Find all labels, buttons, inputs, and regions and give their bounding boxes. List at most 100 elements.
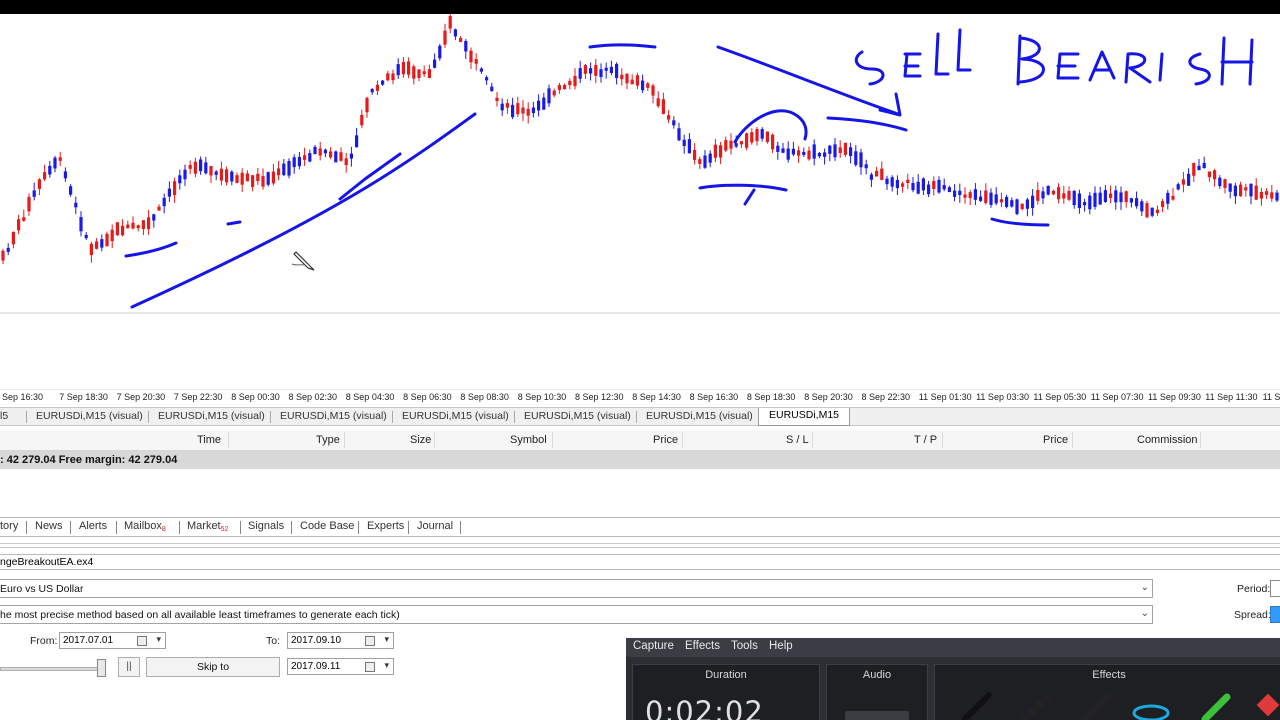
tab-code-base[interactable]: Code Base: [300, 520, 354, 532]
period-select[interactable]: [1270, 580, 1280, 597]
calendar-icon[interactable]: [365, 662, 375, 672]
chevron-down-icon[interactable]: ▾: [156, 634, 161, 645]
spread-input[interactable]: [1270, 606, 1280, 623]
price-chart[interactable]: [0, 14, 1280, 389]
pause-button[interactable]: ||: [118, 657, 140, 677]
chart-tab[interactable]: EURUSDi,M15 (visual): [524, 410, 631, 422]
candle-body: [396, 64, 400, 76]
highlighter-tool-icon[interactable]: [1201, 693, 1231, 720]
model-value: he most precise method based on all avai…: [0, 609, 400, 621]
tab-label: Market: [187, 520, 221, 532]
tab-mailbox[interactable]: Mailbox8: [124, 520, 166, 533]
candle-body: [355, 135, 359, 148]
candle-body: [1109, 193, 1113, 198]
audio-level-meter[interactable]: [845, 711, 909, 720]
chart-tab[interactable]: EURUSDi,M15 (visual): [280, 410, 387, 422]
candle-body: [245, 173, 249, 182]
tab-journal[interactable]: Journal: [417, 520, 453, 532]
calendar-icon[interactable]: [137, 636, 147, 646]
menu-help[interactable]: Help: [769, 640, 793, 652]
candle-body: [594, 64, 598, 76]
screen-recorder-overlay: Capture Effects Tools Help Duration 0:02…: [626, 638, 1280, 720]
candle-body: [1119, 192, 1123, 203]
column-header-size[interactable]: Size: [410, 434, 431, 446]
tab-separator: [392, 411, 393, 423]
marker-tool-icon[interactable]: [1021, 693, 1051, 720]
chart-tab[interactable]: EURUSDi,M15 (visual): [36, 410, 143, 422]
tab-signals[interactable]: Signals: [248, 520, 284, 532]
candle-body: [1088, 195, 1092, 210]
expert-advisor-select[interactable]: ngeBreakoutEA.ex4: [0, 554, 1280, 570]
column-header-type[interactable]: Type: [316, 434, 340, 446]
terminal-tabs: tory News Alerts Mailbox8 Market52 Signa…: [0, 517, 1280, 537]
skip-to-button[interactable]: Skip to: [146, 657, 280, 677]
tab-market[interactable]: Market52: [187, 520, 228, 533]
column-header-sl[interactable]: S / L: [786, 434, 809, 446]
chevron-down-icon[interactable]: ▾: [384, 660, 389, 671]
menu-capture[interactable]: Capture: [633, 640, 674, 652]
candle-body: [1020, 203, 1024, 210]
candle-body: [251, 175, 255, 187]
time-axis-label: Sep 16:30: [2, 392, 44, 402]
candle-body: [412, 66, 416, 79]
candle-body: [386, 73, 390, 81]
candle-body: [609, 66, 613, 74]
tab-experts[interactable]: Experts: [367, 520, 404, 532]
menu-tools[interactable]: Tools: [731, 640, 758, 652]
candle-body: [573, 75, 577, 87]
candle-body: [427, 69, 431, 79]
pen-tool-icon[interactable]: [962, 692, 992, 720]
calendar-icon[interactable]: [365, 636, 375, 646]
mt4-strategy-tester-window: Sep 16:30 7 Sep 18:30 7 Sep 20:30 7 Sep 22:…: [0, 0, 1280, 720]
expert-advisor-value: ngeBreakoutEA.ex4: [0, 556, 94, 568]
chevron-down-icon[interactable]: ⌄: [1141, 582, 1149, 593]
duration-title: Duration: [705, 669, 747, 681]
tab-alerts[interactable]: Alerts: [79, 520, 107, 532]
column-header-time[interactable]: Time: [197, 434, 221, 446]
to-date-field[interactable]: 2017.09.10 ▾: [287, 632, 394, 649]
column-header-tp[interactable]: T / P: [914, 434, 937, 446]
candle-body: [58, 157, 62, 161]
from-date-field[interactable]: 2017.07.01 ▾: [59, 632, 166, 649]
column-header-symbol[interactable]: Symbol: [510, 434, 547, 446]
candle-body: [994, 194, 998, 204]
candle-body: [1140, 201, 1144, 212]
visual-speed-slider-thumb[interactable]: [97, 659, 106, 677]
skip-to-date-field[interactable]: 2017.09.11 ▾: [287, 658, 394, 675]
tab-news[interactable]: News: [35, 520, 63, 532]
candle-body: [1025, 199, 1029, 209]
chart-tab[interactable]: EURUSDi,M15 (visual): [646, 410, 753, 422]
candle-body: [989, 192, 993, 205]
column-header-price[interactable]: Price: [653, 434, 678, 446]
chevron-down-icon[interactable]: ▾: [384, 634, 389, 645]
chart-tab-active[interactable]: EURUSDi,M15: [758, 408, 851, 426]
candle-body: [292, 157, 296, 168]
candle-body: [1041, 191, 1045, 199]
candle-body: [188, 164, 192, 169]
visual-speed-slider-track[interactable]: [0, 667, 104, 671]
candle-body: [521, 107, 525, 114]
candle-body: [11, 231, 15, 245]
brush-tool-icon[interactable]: [1081, 693, 1111, 720]
candle-body: [141, 220, 145, 229]
candles-layer: [1, 14, 1279, 265]
tester-divider: [0, 547, 1280, 548]
candle-body: [1166, 192, 1170, 204]
candle-body: [1129, 198, 1133, 203]
eraser-tool-icon[interactable]: [1256, 693, 1280, 717]
candle-body: [53, 157, 57, 169]
chart-tab[interactable]: EURUSDi,M15 (visual): [158, 410, 265, 422]
model-select[interactable]: he most precise method based on all avai…: [0, 605, 1153, 624]
column-header-commission[interactable]: Commission: [1137, 434, 1198, 446]
tab-history[interactable]: tory: [0, 520, 18, 532]
ellipse-tool-icon[interactable]: [1132, 704, 1170, 720]
column-header-close-price[interactable]: Price: [1043, 434, 1068, 446]
handwriting-r: [1124, 52, 1152, 84]
candle-body: [895, 179, 899, 189]
menu-effects[interactable]: Effects: [685, 640, 720, 652]
chevron-down-icon[interactable]: ⌄: [1141, 608, 1149, 619]
candle-body: [329, 151, 333, 158]
symbol-select[interactable]: Euro vs US Dollar ⌄: [0, 579, 1153, 598]
chart-tab[interactable]: l5: [0, 410, 8, 422]
chart-tab[interactable]: EURUSDi,M15 (visual): [402, 410, 509, 422]
